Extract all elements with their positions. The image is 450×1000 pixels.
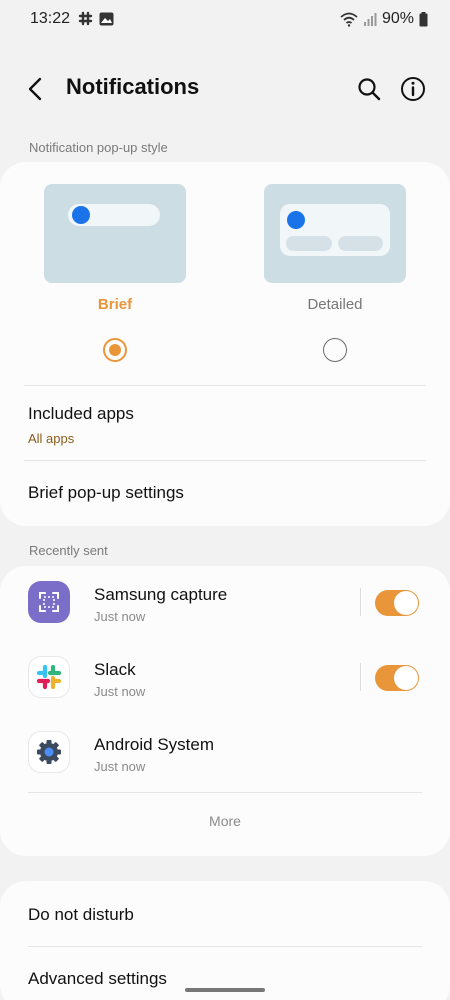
- advanced-settings-row[interactable]: Advanced settings: [0, 947, 450, 1000]
- app-time: Just now: [94, 684, 146, 699]
- back-icon[interactable]: [22, 74, 52, 104]
- wifi-icon: [340, 12, 358, 27]
- section-label-popup-style: Notification pop-up style: [29, 140, 168, 155]
- app-row-samsung-capture[interactable]: Samsung capture Just now: [0, 566, 450, 641]
- do-not-disturb-row[interactable]: Do not disturb: [0, 881, 450, 947]
- app-name: Slack: [94, 660, 136, 679]
- home-indicator[interactable]: [185, 988, 265, 992]
- settings-card: Do not disturb Advanced settings: [0, 881, 450, 1000]
- app-time: Just now: [94, 609, 146, 624]
- brief-popup-settings-row[interactable]: Brief pop-up settings: [0, 461, 450, 523]
- notification-dot-icon: [72, 206, 90, 224]
- more-button[interactable]: More: [0, 813, 450, 829]
- slack-toggle[interactable]: [375, 665, 419, 691]
- app-row-android-system[interactable]: Android System Just now: [0, 716, 450, 791]
- page-title: Notifications: [66, 74, 200, 99]
- brief-style-preview[interactable]: [44, 184, 186, 283]
- image-icon: [99, 12, 114, 25]
- app-time: Just now: [94, 759, 146, 774]
- do-not-disturb-title: Do not disturb: [28, 905, 134, 924]
- included-apps-title: Included apps: [28, 404, 134, 423]
- brief-label: Brief: [97, 296, 133, 313]
- popup-style-card: Brief Detailed Included apps All apps Br…: [0, 162, 450, 526]
- battery-icon: [419, 11, 428, 26]
- included-apps-row[interactable]: Included apps All apps: [0, 386, 450, 460]
- samsung-capture-icon: [28, 581, 70, 623]
- section-label-recently-sent: Recently sent: [29, 543, 108, 558]
- header: Notifications: [0, 60, 450, 116]
- slack-icon: [28, 656, 70, 698]
- brief-radio[interactable]: [103, 338, 127, 362]
- detailed-label: Detailed: [307, 296, 363, 313]
- samsung-capture-toggle[interactable]: [375, 590, 419, 616]
- recently-sent-card: Samsung capture Just now Slack Just now …: [0, 566, 450, 856]
- app-name: Samsung capture: [94, 585, 228, 604]
- detailed-radio[interactable]: [323, 338, 347, 362]
- brief-popup-settings-title: Brief pop-up settings: [28, 483, 184, 502]
- status-bar: 13:22 90%: [0, 0, 450, 38]
- divider: [28, 792, 422, 793]
- app-name: Android System: [94, 735, 214, 754]
- advanced-settings-title: Advanced settings: [28, 969, 167, 988]
- info-icon[interactable]: [399, 75, 427, 103]
- search-icon[interactable]: [356, 76, 382, 102]
- signal-icon: [363, 13, 377, 26]
- status-time: 13:22: [30, 10, 71, 27]
- slack-icon: [78, 11, 93, 26]
- notification-dot-icon: [287, 211, 305, 229]
- android-system-gear-icon: [28, 731, 70, 773]
- detailed-style-preview[interactable]: [264, 184, 406, 283]
- battery-percent: 90%: [381, 10, 414, 27]
- app-row-slack[interactable]: Slack Just now: [0, 641, 450, 716]
- included-apps-value: All apps: [28, 431, 75, 446]
